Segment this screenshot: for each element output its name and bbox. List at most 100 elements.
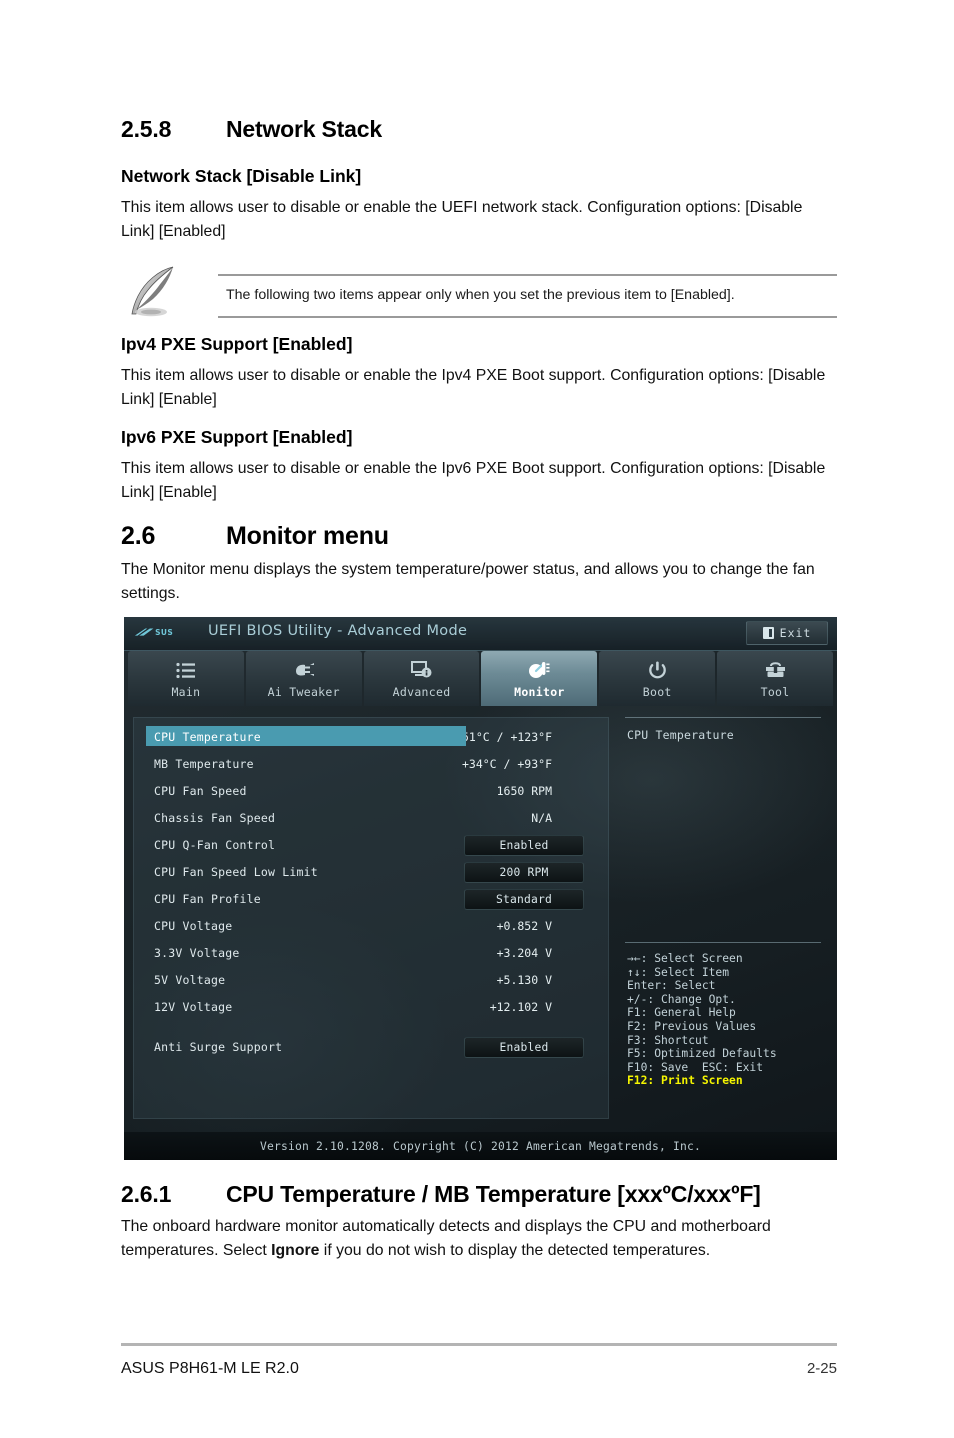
setting-value-button[interactable]: Enabled — [464, 835, 584, 856]
note-rule-top — [218, 274, 837, 276]
subsection-heading-ipv4: Ipv4 PXE Support [Enabled] — [121, 334, 353, 354]
help-rule-bottom — [625, 942, 821, 943]
tab-label-main: Main — [171, 685, 201, 699]
tab-ai-tweaker[interactable]: Ai Tweaker — [245, 651, 362, 706]
section-title: Network Stack — [226, 116, 382, 142]
document-page: 2.5.8 Network Stack Network Stack [Disabl… — [0, 0, 954, 1438]
setting-row-12v-voltage[interactable]: 12V Voltage +12.102 V — [134, 996, 610, 1018]
setting-value: +51°C / +123°F — [455, 730, 552, 744]
setting-label: MB Temperature — [154, 757, 254, 771]
help-rule-top — [625, 717, 821, 718]
power-icon — [644, 658, 670, 682]
footer-product-name: ASUS P8H61-M LE R2.0 — [121, 1360, 299, 1377]
setting-row-cpu-fan-profile[interactable]: CPU Fan Profile Standard — [134, 888, 610, 910]
paragraph-network-stack: This item allows user to disable or enab… — [121, 199, 803, 240]
settings-list: CPU Temperature +51°C / +123°F MB Temper… — [133, 717, 609, 1119]
tab-advanced[interactable]: Advanced — [363, 651, 480, 706]
paragraph-ipv6: This item allows user to disable or enab… — [121, 460, 826, 501]
paragraph-bold-ignore: Ignore — [271, 1241, 320, 1259]
setting-row-cpu-fan-speed-low-limit[interactable]: CPU Fan Speed Low Limit 200 RPM — [134, 861, 610, 883]
tuner-icon — [291, 658, 317, 682]
setting-row-mb-temperature[interactable]: MB Temperature +34°C / +93°F — [134, 753, 610, 775]
bios-titlebar: SUS UEFI BIOS Utility - Advanced Mode Ex… — [124, 617, 837, 651]
setting-label: CPU Fan Speed Low Limit — [154, 865, 318, 879]
setting-row-cpu-temperature[interactable]: CPU Temperature +51°C / +123°F — [134, 726, 610, 748]
setting-value-button[interactable]: 200 RPM — [464, 862, 584, 883]
section-number-monitor: 2.6 — [121, 522, 156, 550]
setting-label: CPU Voltage — [154, 919, 233, 933]
setting-label: Anti Surge Support — [154, 1040, 283, 1054]
paragraph-ipv4: This item allows user to disable or enab… — [121, 367, 826, 408]
section-number: 2.5.8 — [121, 116, 172, 142]
setting-value: N/A — [531, 811, 552, 825]
exit-button[interactable]: Exit — [746, 621, 828, 645]
tab-tool[interactable]: Tool — [717, 651, 833, 706]
bios-screenshot: SUS UEFI BIOS Utility - Advanced Mode Ex… — [124, 617, 837, 1160]
monitor-info-icon — [409, 658, 435, 682]
setting-value-button[interactable]: Standard — [464, 889, 584, 910]
thermometer-icon — [526, 658, 552, 682]
bios-body: CPU Temperature +51°C / +123°F MB Temper… — [124, 706, 837, 1130]
list-icon — [173, 658, 199, 682]
note-text: The following two items appear only when… — [226, 287, 735, 303]
svg-text:SUS: SUS — [155, 628, 173, 637]
setting-row-cpu-q-fan-control[interactable]: CPU Q-Fan Control Enabled — [134, 834, 610, 856]
section-heading-monitor-menu: 2.6 Monitor menu — [121, 522, 389, 551]
section-title-monitor: Monitor menu — [226, 522, 389, 550]
paragraph-cpu-temperature: The onboard hardware monitor automatical… — [121, 1215, 837, 1262]
setting-value: +34°C / +93°F — [461, 757, 552, 771]
tab-label-tool: Tool — [760, 685, 790, 699]
key-legend: →←: Select Screen ↑↓: Select Item Enter:… — [627, 952, 777, 1088]
setting-label: Chassis Fan Speed — [154, 811, 276, 825]
section-title-cpu-temp: CPU Temperature / MB Temperature [xxxºC/… — [226, 1181, 761, 1207]
subsection-heading-ipv6: Ipv6 PXE Support [Enabled] — [121, 427, 353, 447]
tab-boot[interactable]: Boot — [599, 651, 716, 706]
tab-label-advanced: Advanced — [392, 685, 451, 699]
key-legend-text: →←: Select Screen ↑↓: Select Item Enter:… — [627, 952, 777, 1074]
section-heading-network-stack: 2.5.8 Network Stack — [121, 116, 382, 143]
setting-row-anti-surge-support[interactable]: Anti Surge Support Enabled — [134, 1036, 610, 1058]
toolbox-icon — [762, 658, 788, 682]
tab-label-monitor: Monitor — [514, 685, 565, 699]
bios-title-text: UEFI BIOS Utility - Advanced Mode — [208, 623, 468, 639]
help-panel: CPU Temperature →←: Select Screen ↑↓: Se… — [617, 706, 828, 1130]
exit-button-label: Exit — [779, 626, 812, 640]
paragraph-monitor-menu: The Monitor menu displays the system tem… — [121, 561, 815, 602]
setting-label: 5V Voltage — [154, 973, 226, 987]
setting-value: 1650 RPM — [496, 784, 552, 798]
setting-value: +12.102 V — [489, 1000, 552, 1014]
bios-version-footer: Version 2.10.1208. Copyright (C) 2012 Am… — [124, 1132, 837, 1160]
note-box: The following two items appear only when… — [121, 262, 837, 318]
tab-monitor[interactable]: Monitor — [481, 651, 598, 706]
quill-pen-icon — [131, 266, 174, 317]
setting-value: 200 RPM — [499, 866, 549, 879]
setting-label: CPU Temperature — [154, 730, 261, 744]
setting-value-button[interactable]: Enabled — [464, 1037, 584, 1058]
setting-row-5v-voltage[interactable]: 5V Voltage +5.130 V — [134, 969, 610, 991]
setting-label: CPU Q-Fan Control — [154, 838, 276, 852]
key-legend-highlight: F12: Print Screen — [627, 1074, 743, 1088]
setting-label: 12V Voltage — [154, 1000, 233, 1014]
bios-tabbar: Main Ai Tweaker Advanced Monitor Boot To… — [124, 651, 837, 706]
setting-value: Enabled — [499, 1041, 549, 1054]
setting-row-cpu-fan-speed[interactable]: CPU Fan Speed 1650 RPM — [134, 780, 610, 802]
setting-value: +5.130 V — [496, 973, 552, 987]
exit-door-icon — [762, 627, 774, 639]
subsection-heading-network-stack: Network Stack [Disable Link] — [121, 166, 362, 186]
footer-divider — [121, 1343, 837, 1346]
setting-value: +3.204 V — [496, 946, 552, 960]
setting-value: Standard — [495, 893, 552, 906]
note-rule-bottom — [218, 316, 837, 318]
paragraph-part-2: if you do not wish to display the detect… — [319, 1241, 711, 1259]
setting-row-3v3-voltage[interactable]: 3.3V Voltage +3.204 V — [134, 942, 610, 964]
setting-value: Enabled — [499, 839, 549, 852]
section-heading-cpu-temperature: 2.6.1 CPU Temperature / MB Temperature [x… — [121, 1181, 761, 1208]
tab-main[interactable]: Main — [128, 651, 244, 706]
section-number-cpu-temp: 2.6.1 — [121, 1181, 172, 1207]
setting-row-chassis-fan-speed[interactable]: Chassis Fan Speed N/A — [134, 807, 610, 829]
setting-value: +0.852 V — [496, 919, 552, 933]
help-title: CPU Temperature — [627, 728, 734, 742]
bios-version-text: Version 2.10.1208. Copyright (C) 2012 Am… — [259, 1139, 702, 1153]
setting-row-cpu-voltage[interactable]: CPU Voltage +0.852 V — [134, 915, 610, 937]
setting-label: 3.3V Voltage — [154, 946, 240, 960]
